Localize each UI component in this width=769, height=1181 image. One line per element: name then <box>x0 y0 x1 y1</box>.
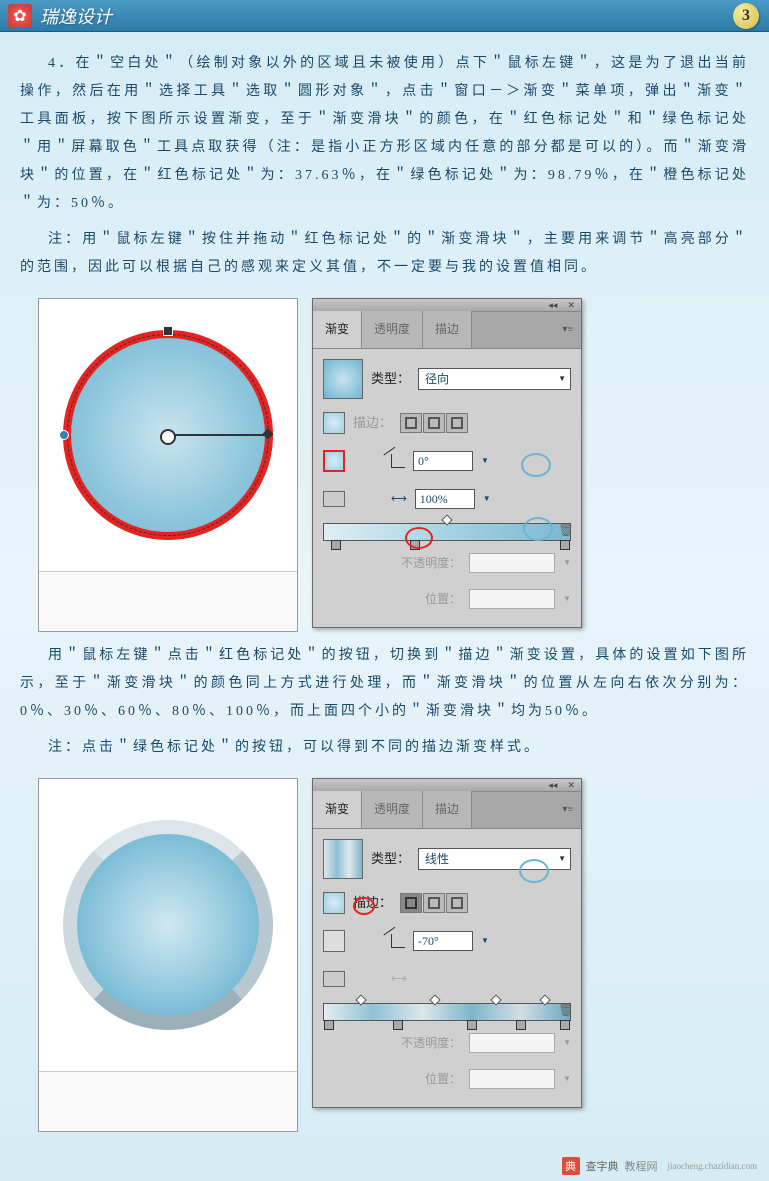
opacity-label: 不透明度： <box>401 549 461 577</box>
blue-callout-1 <box>521 453 551 477</box>
transform-handle-top[interactable] <box>163 326 173 336</box>
aspect-input[interactable]: 100% <box>415 489 475 509</box>
opacity-stop-1[interactable] <box>355 994 366 1005</box>
color-stop-3[interactable] <box>467 1020 477 1030</box>
header-title: 瑞逸设计 <box>40 3 112 29</box>
stroke-align-btn-1[interactable] <box>400 413 422 433</box>
figure-row-2: ◂◂ ✕ 渐变 透明度 描边 ▾≡ 类型： 线性 描边： <box>38 778 749 1132</box>
angle-dropdown-icon[interactable]: ▼ <box>481 447 489 475</box>
type-label: 类型： <box>371 365 410 393</box>
circle-object-selected[interactable] <box>63 330 273 540</box>
gradient-preview-swatch[interactable] <box>323 359 363 399</box>
stroke-align-btn-2[interactable] <box>423 893 445 913</box>
footer-url: jiaocheng.chazidian.com <box>668 1161 757 1171</box>
panel-tabs: 渐变 透明度 描边 ▾≡ <box>313 311 581 349</box>
blue-callout-2 <box>523 517 553 541</box>
content-area: 4．在＂空白处＂（绘制对象以外的区域且未被使用）点下＂鼠标左键＂，这是为了退出当… <box>0 32 769 1152</box>
panel-tabs-2: 渐变 透明度 描边 ▾≡ <box>313 791 581 829</box>
aspect-icon: ⟷ <box>391 485 407 513</box>
gradient-annotator-line[interactable] <box>168 434 268 436</box>
red-callout-1 <box>405 527 433 549</box>
gradient-panel-1: ◂◂ ✕ 渐变 透明度 描边 ▾≡ 类型： 径向 描边： <box>312 298 582 628</box>
position-dropdown-icon[interactable]: ▼ <box>563 1065 571 1093</box>
opacity-stop-3[interactable] <box>491 994 502 1005</box>
paragraph-1: 4．在＂空白处＂（绘制对象以外的区域且未被使用）点下＂鼠标左键＂，这是为了退出当… <box>20 50 749 218</box>
stroke-align-btn-1[interactable] <box>400 893 422 913</box>
opacity-dropdown-icon[interactable]: ▼ <box>563 549 571 577</box>
opacity-label: 不透明度： <box>401 1029 461 1057</box>
position-dropdown-icon[interactable]: ▼ <box>563 585 571 613</box>
circle-preview-1 <box>38 298 298 632</box>
fill-swatch[interactable] <box>323 412 345 434</box>
color-stop-1[interactable] <box>324 1020 334 1030</box>
paragraph-2-note: 注：用＂鼠标左键＂按住并拖动＂红色标记处＂的＂渐变滑块＂，主要用来调节＂高亮部分… <box>20 226 749 282</box>
angle-icon <box>391 454 405 468</box>
aspect-dropdown-icon[interactable]: ▼ <box>483 485 491 513</box>
footer-site-suffix: 教程网 <box>625 1158 658 1174</box>
red-callout-2 <box>353 897 375 915</box>
page-number-badge: 3 <box>733 3 759 29</box>
paragraph-3: 用＂鼠标左键＂点击＂红色标记处＂的按钮，切换到＂描边＂渐变设置，具体的设置如下图… <box>20 642 749 726</box>
color-stop-1[interactable] <box>331 540 341 550</box>
gradient-ramp[interactable] <box>323 1003 571 1021</box>
stroke-swatch-selected[interactable] <box>323 450 345 472</box>
trash-icon[interactable]: 🗑 <box>559 523 573 537</box>
tab-gradient[interactable]: 渐变 <box>313 791 362 828</box>
gradient-preview-swatch[interactable] <box>323 839 363 879</box>
circle-object-stroked <box>63 820 273 1030</box>
type-label: 类型： <box>371 845 410 873</box>
panel-titlebar-2[interactable]: ◂◂ ✕ <box>313 779 581 791</box>
tab-gradient[interactable]: 渐变 <box>313 311 362 348</box>
color-stop-4[interactable] <box>516 1020 526 1030</box>
page-header: 瑞逸设计 3 <box>0 0 769 32</box>
transform-handle-left[interactable] <box>59 430 69 440</box>
footer-logo-icon: 典 <box>562 1157 580 1175</box>
opacity-stop-2[interactable] <box>429 994 440 1005</box>
opacity-stop-4[interactable] <box>540 994 551 1005</box>
footer: 典 查字典 教程网 jiaocheng.chazidian.com <box>562 1157 757 1175</box>
figure-row-1: ◂◂ ✕ 渐变 透明度 描边 ▾≡ 类型： 径向 描边： <box>38 298 749 632</box>
position-input[interactable] <box>469 1069 555 1089</box>
type-dropdown[interactable]: 径向 <box>418 368 571 390</box>
tab-stroke[interactable]: 描边 <box>423 311 472 348</box>
stroke-align-btn-2[interactable] <box>423 413 445 433</box>
footer-site-name: 查字典 <box>586 1158 619 1174</box>
angle-input[interactable]: 0° <box>413 451 473 471</box>
angle-dropdown-icon[interactable]: ▼ <box>481 927 489 955</box>
stroke-align-btn-3[interactable] <box>446 413 468 433</box>
position-label: 位置： <box>425 1065 461 1093</box>
tab-transparency[interactable]: 透明度 <box>362 311 423 348</box>
fill-swatch[interactable] <box>323 892 345 914</box>
color-stop-2[interactable] <box>393 1020 403 1030</box>
angle-icon <box>391 934 405 948</box>
stroke-label: 描边： <box>353 409 392 437</box>
gradient-panel-2: ◂◂ ✕ 渐变 透明度 描边 ▾≡ 类型： 线性 描边： <box>312 778 582 1108</box>
stroke-align-btn-3[interactable] <box>446 893 468 913</box>
tab-transparency[interactable]: 透明度 <box>362 791 423 828</box>
paragraph-4-note: 注：点击＂绿色标记处＂的按钮，可以得到不同的描边渐变样式。 <box>20 734 749 762</box>
trash-icon[interactable]: 🗑 <box>559 1003 573 1017</box>
panel-titlebar[interactable]: ◂◂ ✕ <box>313 299 581 311</box>
panel-menu-icon[interactable]: ▾≡ <box>472 311 581 348</box>
circle-preview-2 <box>38 778 298 1132</box>
logo-icon <box>8 4 32 28</box>
angle-input[interactable]: -70° <box>413 931 473 951</box>
stroke-swatch[interactable] <box>323 930 345 952</box>
blue-callout-3 <box>519 859 549 883</box>
aspect-icon-disabled: ⟷ <box>391 965 407 993</box>
panel-menu-icon[interactable]: ▾≡ <box>472 791 581 828</box>
opacity-stop[interactable] <box>441 514 452 525</box>
position-label: 位置： <box>425 585 461 613</box>
reverse-gradient-icon[interactable] <box>323 971 345 987</box>
reverse-gradient-icon[interactable] <box>323 491 345 507</box>
opacity-input[interactable] <box>469 553 555 573</box>
opacity-input[interactable] <box>469 1033 555 1053</box>
opacity-dropdown-icon[interactable]: ▼ <box>563 1029 571 1057</box>
position-input[interactable] <box>469 589 555 609</box>
tab-stroke[interactable]: 描边 <box>423 791 472 828</box>
